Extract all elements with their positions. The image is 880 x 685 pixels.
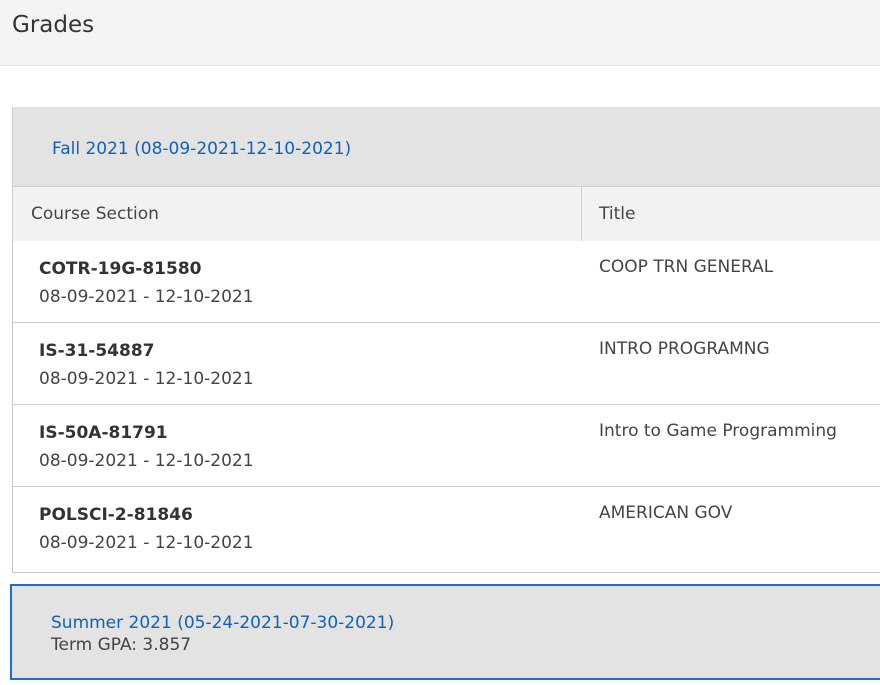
course-section-dates: 08-09-2021 - 12-10-2021 xyxy=(39,533,254,553)
column-header-course-section[interactable]: Course Section xyxy=(13,187,582,241)
term-header: Fall 2021 (08-09-2021-12-10-2021) xyxy=(13,107,880,186)
course-section-code: IS-50A-81791 xyxy=(39,423,168,443)
course-title: COOP TRN GENERAL xyxy=(599,257,774,277)
table-row[interactable]: IS-31-54887 08-09-2021 - 12-10-2021 INTR… xyxy=(13,323,880,405)
table-row[interactable]: COTR-19G-81580 08-09-2021 - 12-10-2021 C… xyxy=(13,241,880,323)
term-panel-summer-2021[interactable]: Summer 2021 (05-24-2021-07-30-2021) Term… xyxy=(10,584,880,680)
course-title: AMERICAN GOV xyxy=(599,503,733,523)
page-title: Grades xyxy=(12,12,95,38)
course-section-dates: 08-09-2021 - 12-10-2021 xyxy=(39,287,254,307)
column-header-title[interactable]: Title xyxy=(582,187,635,241)
course-section-code: COTR-19G-81580 xyxy=(39,259,202,279)
course-section-dates: 08-09-2021 - 12-10-2021 xyxy=(39,451,254,471)
table-row[interactable]: IS-50A-81791 08-09-2021 - 12-10-2021 Int… xyxy=(13,405,880,487)
table-row[interactable]: POLSCI-2-81846 08-09-2021 - 12-10-2021 A… xyxy=(13,487,880,569)
grades-table: Course Section Title COTR-19G-81580 08-0… xyxy=(13,186,880,569)
term-link-summer-2021[interactable]: Summer 2021 (05-24-2021-07-30-2021) xyxy=(51,612,394,634)
page-header: Grades xyxy=(0,0,880,66)
course-section-code: IS-31-54887 xyxy=(39,341,155,361)
course-section-dates: 08-09-2021 - 12-10-2021 xyxy=(39,369,254,389)
course-title: INTRO PROGRAMNG xyxy=(599,339,770,359)
term-gpa: Term GPA: 3.857 xyxy=(51,635,192,655)
term-panel-fall-2021: Fall 2021 (08-09-2021-12-10-2021) Course… xyxy=(12,107,880,573)
term-link-fall-2021[interactable]: Fall 2021 (08-09-2021-12-10-2021) xyxy=(52,138,351,160)
course-section-code: POLSCI-2-81846 xyxy=(39,505,193,525)
course-title: Intro to Game Programming xyxy=(599,421,837,441)
table-header-row: Course Section Title xyxy=(13,186,880,241)
